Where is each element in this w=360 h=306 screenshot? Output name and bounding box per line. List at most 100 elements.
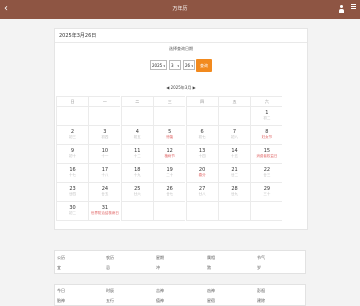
- lunar-label: 初八: [231, 135, 238, 139]
- info-label: 冲: [156, 265, 160, 270]
- lunar-label: 十五: [231, 154, 238, 158]
- lunar-label: 廿三: [263, 173, 271, 177]
- lunar-label: 初五: [133, 135, 141, 139]
- day-cell[interactable]: 4 初五: [120, 126, 153, 145]
- info-label: 宜: [57, 265, 61, 270]
- weekday-label: 三: [153, 96, 186, 107]
- info-label: 岁: [257, 265, 261, 270]
- empty-day-cell: [120, 202, 153, 221]
- day-select[interactable]: 26 ▾: [183, 60, 195, 70]
- empty-day-cell: [250, 202, 283, 221]
- day-value: 26: [185, 63, 191, 68]
- weekday-label: 四: [185, 96, 218, 107]
- info-panel-1: 公历 农历 星期 属相 节气 宜忌冲煞岁: [54, 250, 306, 274]
- user-icon[interactable]: [339, 5, 344, 13]
- day-cell[interactable]: 7 初八: [218, 126, 250, 145]
- day-cell[interactable]: 30 初二: [56, 202, 88, 221]
- day-cell[interactable]: 24 廿五: [88, 183, 121, 202]
- lunar-label: 二十: [166, 173, 174, 177]
- query-label: 选择查询日期: [169, 46, 193, 51]
- day-cell[interactable]: 22 廿三: [250, 164, 283, 183]
- weekday-label: 一: [88, 96, 121, 107]
- day-cell[interactable]: 27 廿八: [185, 183, 218, 202]
- day-cell[interactable]: 25 廿六: [120, 183, 153, 202]
- info-label: 胎神: [57, 298, 65, 303]
- year-select[interactable]: 2025 ▾: [150, 60, 167, 70]
- day-cell[interactable]: 14 十五: [218, 145, 250, 164]
- day-cell[interactable]: 1 初二: [250, 107, 283, 126]
- menu-icon[interactable]: [351, 4, 356, 10]
- lunar-label: 廿五: [101, 192, 109, 196]
- chevron-down-icon: ▾: [177, 64, 179, 68]
- lunar-label: 三十: [263, 192, 271, 196]
- empty-day-cell: [120, 107, 153, 126]
- info-label: 建除: [257, 298, 265, 303]
- lunar-label: 十一: [101, 154, 109, 158]
- query-button[interactable]: 查询: [196, 59, 212, 72]
- day-cell[interactable]: 17 十八: [88, 164, 121, 183]
- day-cell[interactable]: 2 初三: [56, 126, 88, 145]
- lunar-label: 初二: [263, 116, 271, 120]
- day-cell[interactable]: 21 廿二: [218, 164, 250, 183]
- day-cell[interactable]: 5 惊蛰: [153, 126, 186, 145]
- lunar-label: 初二: [69, 211, 76, 215]
- day-cell[interactable]: 16 十七: [56, 164, 88, 183]
- empty-day-cell: [56, 107, 88, 126]
- day-cell[interactable]: 28 廿九: [218, 183, 250, 202]
- lunar-label: 世界防治结核病日: [90, 211, 119, 215]
- weekday-label: 六: [250, 96, 283, 107]
- day-cell[interactable]: 11 十二: [120, 145, 153, 164]
- day-cell[interactable]: 26 廿七: [153, 183, 186, 202]
- info-label: 忌: [106, 265, 110, 270]
- lunar-label: 廿八: [198, 192, 206, 196]
- day-cell[interactable]: 6 初七: [185, 126, 218, 145]
- empty-day-cell: [153, 107, 186, 126]
- weekday-label: 五: [218, 96, 250, 107]
- chevron-down-icon: ▾: [163, 64, 165, 68]
- chevron-down-icon: ▾: [191, 64, 193, 68]
- lunar-label: 初十: [69, 154, 76, 158]
- lunar-label: 初四: [101, 135, 109, 139]
- info-label: 煞: [207, 265, 211, 270]
- lunar-label: 廿九: [231, 192, 238, 196]
- info-row: 宜忌冲煞岁: [55, 262, 307, 273]
- weekday-label: 二: [120, 96, 153, 107]
- day-cell[interactable]: 19 二十: [153, 164, 186, 183]
- empty-day-cell: [218, 107, 250, 126]
- month-value: 3: [171, 63, 174, 68]
- info-label: 星宿: [207, 298, 215, 303]
- day-cell[interactable]: 23 廿四: [56, 183, 88, 202]
- lunar-label: 春分: [198, 173, 206, 177]
- day-cell[interactable]: 3 初四: [88, 126, 121, 145]
- lunar-label: 廿四: [69, 192, 76, 196]
- lunar-label: 十四: [198, 154, 206, 158]
- lunar-label: 十二: [133, 154, 141, 158]
- month-select[interactable]: 3 ▾: [169, 60, 181, 70]
- lunar-label: 十九: [133, 173, 141, 177]
- weekday-label: 日: [56, 96, 88, 107]
- lunar-label: 廿六: [133, 192, 141, 196]
- lunar-label: 消费者权益日: [256, 154, 278, 158]
- empty-day-cell: [185, 202, 218, 221]
- empty-day-cell: [153, 202, 186, 221]
- empty-day-cell: [88, 107, 121, 126]
- empty-day-cell: [218, 202, 250, 221]
- lunar-label: 植树节: [164, 154, 175, 158]
- day-cell[interactable]: 10 十一: [88, 145, 121, 164]
- day-cell[interactable]: 9 初十: [56, 145, 88, 164]
- empty-day-cell: [185, 107, 218, 126]
- day-cell[interactable]: 18 十九: [120, 164, 153, 183]
- day-cell[interactable]: 13 十四: [185, 145, 218, 164]
- year-value: 2025: [152, 63, 163, 68]
- day-cell[interactable]: 12 植树节: [153, 145, 186, 164]
- lunar-label: 初七: [198, 135, 206, 139]
- day-cell[interactable]: 29 三十: [250, 183, 283, 202]
- day-cell[interactable]: 31 世界防治结核病日: [88, 202, 121, 221]
- lunar-label: 十七: [69, 173, 76, 177]
- date-heading: 2025年3月26日: [55, 29, 307, 43]
- day-cell[interactable]: 15 消费者权益日: [250, 145, 283, 164]
- day-cell[interactable]: 8 妇女节: [250, 126, 283, 145]
- day-cell[interactable]: 20 春分: [185, 164, 218, 183]
- calendar-card: 2025年3月26日 选择查询日期 2025 ▾ 3 ▾ 26 ▾ 查询 ◀ 2025…: [54, 28, 308, 230]
- lunar-label: 惊蛰: [166, 135, 174, 139]
